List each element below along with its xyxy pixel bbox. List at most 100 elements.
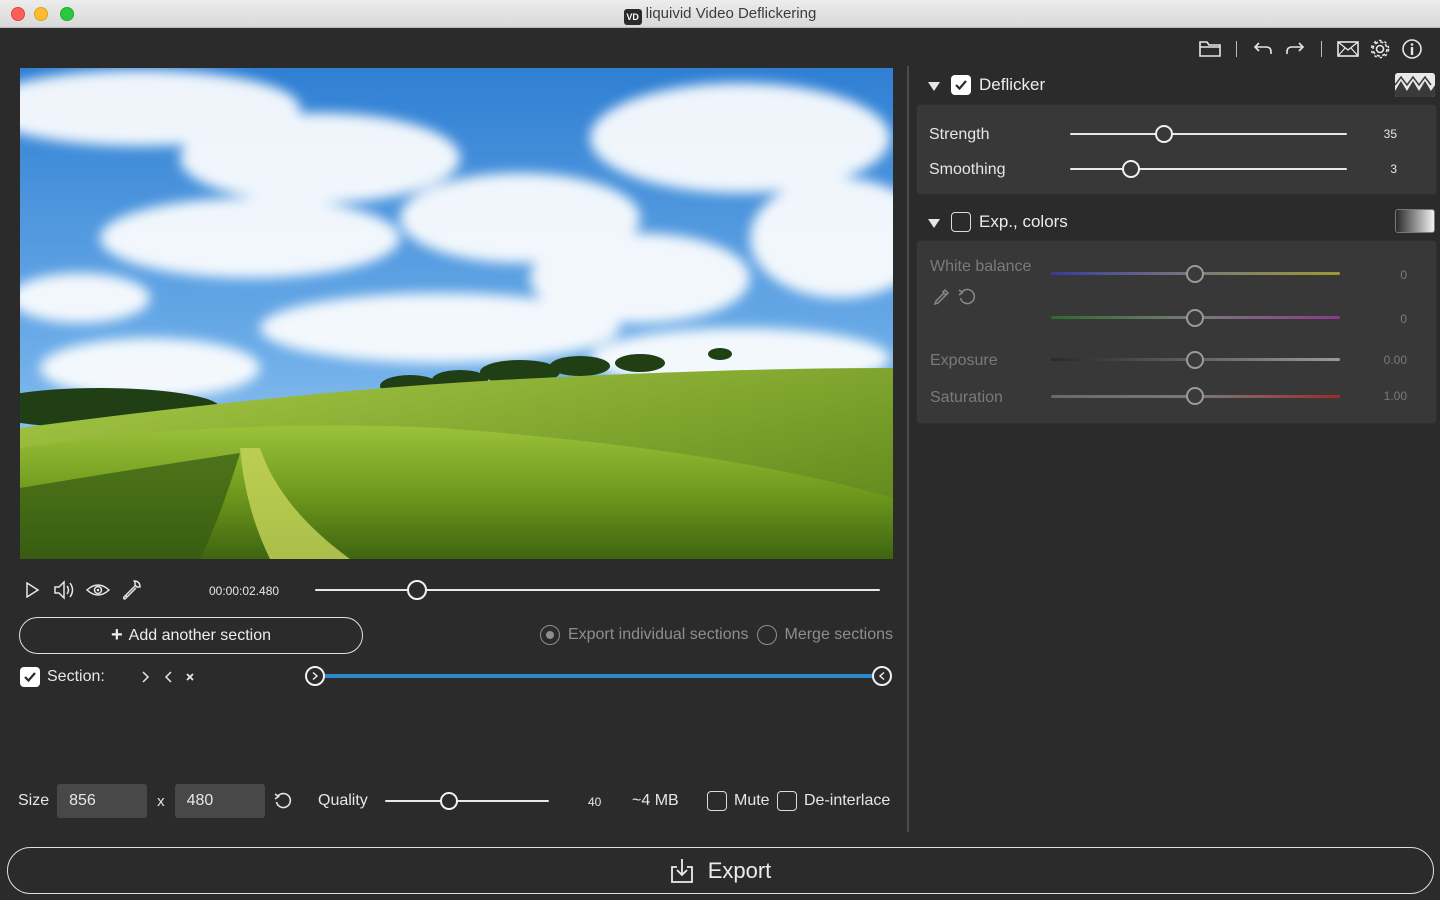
close-icon[interactable] — [179, 666, 201, 688]
strength-slider[interactable] — [1070, 124, 1347, 144]
volume-icon[interactable] — [53, 578, 77, 602]
add-section-label: Add another section — [128, 626, 271, 644]
video-preview[interactable] — [20, 68, 893, 559]
quality-knob[interactable] — [439, 792, 458, 810]
chevron-left-icon — [878, 671, 885, 681]
export-label: Export — [707, 857, 772, 883]
smoothing-slider[interactable] — [1070, 159, 1347, 179]
exposure-label: Exposure — [930, 352, 998, 369]
mail-icon[interactable] — [1336, 37, 1360, 61]
height-input[interactable] — [174, 784, 265, 818]
play-icon[interactable] — [20, 578, 44, 602]
quality-track — [385, 800, 549, 802]
undo-icon[interactable] — [1251, 37, 1275, 61]
size-label: Size — [18, 792, 50, 809]
smoothing-knob[interactable] — [1121, 160, 1140, 178]
section-export-mode: Export individual sections Merge section… — [539, 625, 894, 645]
gear-icon[interactable] — [1368, 37, 1392, 61]
toolbar-separator — [1321, 41, 1322, 57]
smoothing-track — [1070, 168, 1347, 170]
strength-label: Strength — [929, 126, 990, 143]
playhead-knob[interactable] — [406, 580, 427, 600]
reset-size-icon[interactable] — [274, 792, 292, 810]
collapse-triangle-icon[interactable] — [928, 81, 940, 91]
redo-icon[interactable] — [1283, 37, 1307, 61]
range-end-handle[interactable] — [872, 666, 892, 686]
range-start-handle[interactable] — [305, 666, 325, 686]
toolbar-separator — [1236, 41, 1237, 57]
deflicker-title: Deflicker — [979, 75, 1046, 94]
quality-slider[interactable] — [385, 791, 549, 811]
file-size-estimate: ~4 MB — [632, 792, 679, 809]
wb-temperature-value: 0 — [1400, 268, 1407, 282]
plus-icon: + — [110, 624, 123, 646]
strength-knob[interactable] — [1155, 125, 1174, 143]
section-range-track — [315, 674, 882, 678]
strength-track — [1070, 133, 1347, 135]
strength-value: 35 — [1383, 127, 1397, 141]
deflicker-header: Deflicker — [928, 72, 1045, 98]
merge-sections-radio[interactable] — [756, 625, 777, 645]
deinterlace-option: De-interlace — [777, 791, 890, 811]
playhead-track — [315, 589, 880, 591]
deflicker-preset-thumbnail[interactable] — [1395, 73, 1435, 97]
mute-checkbox[interactable] — [707, 791, 727, 811]
add-section-button[interactable]: + Add another section — [19, 617, 363, 654]
deflicker-enable-checkbox[interactable] — [951, 75, 971, 95]
panel-divider[interactable] — [907, 66, 909, 832]
export-individual-radio[interactable] — [539, 625, 560, 645]
exp-colors-enable-checkbox[interactable] — [951, 212, 971, 232]
output-size-row: Size x — [18, 784, 292, 818]
smoothing-label: Smoothing — [929, 161, 1006, 178]
export-button[interactable]: Export — [7, 847, 1434, 894]
size-times-label: x — [157, 792, 165, 810]
quality-value: 40 — [588, 795, 602, 809]
wrench-icon[interactable] — [119, 578, 143, 602]
deflicker-settings: Strength 35 Smoothing 3 — [916, 104, 1437, 195]
saturation-knob[interactable] — [1186, 387, 1204, 405]
chevron-right-icon[interactable] — [135, 666, 157, 688]
section-label: Section: — [47, 668, 105, 685]
check-icon — [24, 672, 36, 683]
mute-option: Mute — [707, 791, 770, 811]
merge-sections-label: Merge sections — [784, 626, 894, 643]
wb-tint-knob[interactable] — [1186, 309, 1204, 327]
info-icon[interactable] — [1400, 37, 1424, 61]
timecode: 00:00:02.480 — [209, 584, 280, 598]
toolbar — [1190, 37, 1424, 61]
title-bar: VD liquivid Video Deflickering — [0, 0, 1440, 28]
chevron-left-icon[interactable] — [157, 666, 179, 688]
reset-white-balance-icon[interactable] — [958, 288, 976, 311]
exp-colors-preset-thumbnail[interactable] — [1395, 209, 1435, 233]
section-checkbox[interactable] — [20, 667, 40, 687]
width-input[interactable] — [57, 784, 148, 818]
quality-label: Quality — [318, 792, 368, 809]
check-icon — [955, 80, 967, 91]
smoothing-value: 3 — [1390, 162, 1397, 176]
deinterlace-checkbox[interactable] — [777, 791, 797, 811]
landscape-frame — [20, 68, 893, 559]
white-balance-label: White balance — [930, 258, 1032, 275]
section-row: Section: — [20, 666, 201, 688]
collapse-triangle-icon[interactable] — [928, 218, 940, 228]
radio-selected-dot — [545, 631, 554, 639]
playhead-slider[interactable] — [315, 580, 880, 600]
exp-colors-header: Exp., colors — [928, 209, 1068, 235]
folder-icon[interactable] — [1198, 37, 1222, 61]
window-title-wrap: VD liquivid Video Deflickering — [0, 5, 1440, 25]
playback-controls — [20, 578, 152, 602]
exposure-knob[interactable] — [1186, 351, 1204, 369]
eyedropper-icon[interactable] — [932, 288, 950, 311]
mute-label: Mute — [734, 792, 770, 809]
saturation-label: Saturation — [930, 389, 1003, 406]
exp-colors-settings: White balance 0 0 Exposure 0.00 Saturati… — [916, 240, 1437, 424]
wb-tint-value: 0 — [1400, 312, 1407, 326]
export-icon — [670, 858, 693, 883]
saturation-value: 1.00 — [1383, 389, 1407, 403]
chevron-right-icon — [312, 671, 319, 681]
section-range-slider[interactable] — [305, 666, 892, 686]
wb-temperature-knob[interactable] — [1186, 265, 1204, 283]
exp-colors-title: Exp., colors — [979, 212, 1068, 231]
eye-icon[interactable] — [86, 578, 110, 602]
flicker-wave-icon — [1395, 73, 1435, 97]
